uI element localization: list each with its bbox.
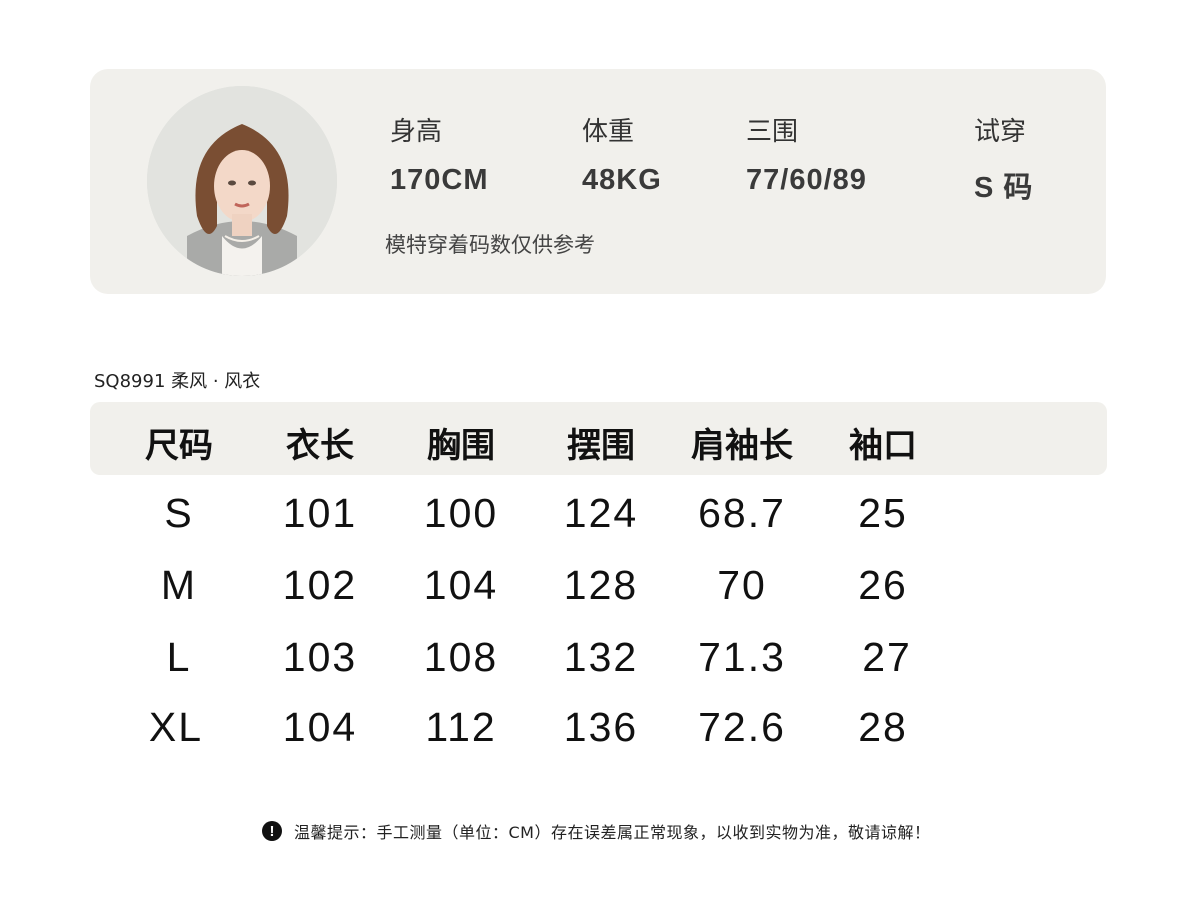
model-portrait-image [147, 86, 337, 276]
notice-text: 温馨提示：手工测量（单位：CM）存在误差属正常现象，以收到实物为准，敬请谅解！ [294, 823, 931, 842]
table-row: L 103 108 132 71.3 27 [0, 634, 1200, 694]
cell-hem: 124 [563, 490, 639, 536]
cell-hem: 136 [563, 704, 639, 750]
cell-hem: 132 [563, 634, 639, 680]
stat-label-measurements: 三围 [746, 117, 799, 147]
stat-value-tried-size: S 码 [974, 172, 1034, 204]
cell-chest: 112 [425, 704, 497, 750]
cell-shoulder-sleeve: 68.7 [698, 490, 786, 536]
cell-cuff: 25 [858, 490, 908, 536]
measurement-notice: ! 温馨提示：手工测量（单位：CM）存在误差属正常现象，以收到实物为准，敬请谅解… [262, 819, 930, 843]
model-size-note: 模特穿着码数仅供参考 [385, 233, 595, 257]
cell-cuff: 28 [858, 704, 908, 750]
cell-length: 104 [282, 704, 358, 750]
exclamation-icon: ! [262, 821, 282, 841]
cell-size: M [160, 562, 198, 608]
header-size: 尺码 [145, 426, 213, 466]
cell-shoulder-sleeve: 72.6 [698, 704, 786, 750]
model-avatar [147, 86, 337, 276]
cell-hem: 128 [563, 562, 639, 608]
cell-chest: 104 [423, 562, 499, 608]
cell-size: S [164, 490, 194, 536]
stat-label-weight: 体重 [582, 117, 635, 147]
header-length: 衣长 [286, 426, 354, 466]
cell-size: XL [148, 704, 204, 750]
stat-value-weight: 48KG [582, 164, 662, 196]
header-cuff: 袖口 [849, 426, 917, 466]
cell-cuff: 26 [858, 562, 908, 608]
cell-length: 103 [282, 634, 358, 680]
cell-shoulder-sleeve: 70 [717, 562, 767, 608]
table-row: XL 104 112 136 72.6 28 [0, 704, 1200, 764]
stat-label-height: 身高 [390, 117, 443, 147]
table-row: S 101 100 124 68.7 25 [0, 490, 1200, 550]
header-chest: 胸围 [427, 426, 495, 466]
header-hem: 摆围 [567, 426, 635, 466]
product-title: SQ8991 柔风 · 风衣 [94, 371, 261, 392]
cell-length: 101 [282, 490, 358, 536]
size-table-header: 尺码 衣长 胸围 摆围 肩袖长 袖口 [90, 402, 1107, 475]
stat-label-tried-size: 试穿 [974, 117, 1027, 147]
cell-chest: 108 [423, 634, 499, 680]
model-info-card: 身高 170CM 体重 48KG 三围 77/60/89 试穿 S 码 模特穿着… [90, 69, 1106, 294]
stat-value-height: 170CM [390, 164, 489, 196]
stat-value-measurements: 77/60/89 [746, 164, 867, 196]
cell-chest: 100 [423, 490, 499, 536]
table-row: M 102 104 128 70 26 [0, 562, 1200, 622]
header-shoulder-sleeve: 肩袖长 [691, 426, 793, 466]
cell-shoulder-sleeve: 71.3 [698, 634, 786, 680]
cell-length: 102 [282, 562, 358, 608]
cell-cuff: 27 [862, 634, 912, 680]
cell-size: L [166, 634, 192, 680]
